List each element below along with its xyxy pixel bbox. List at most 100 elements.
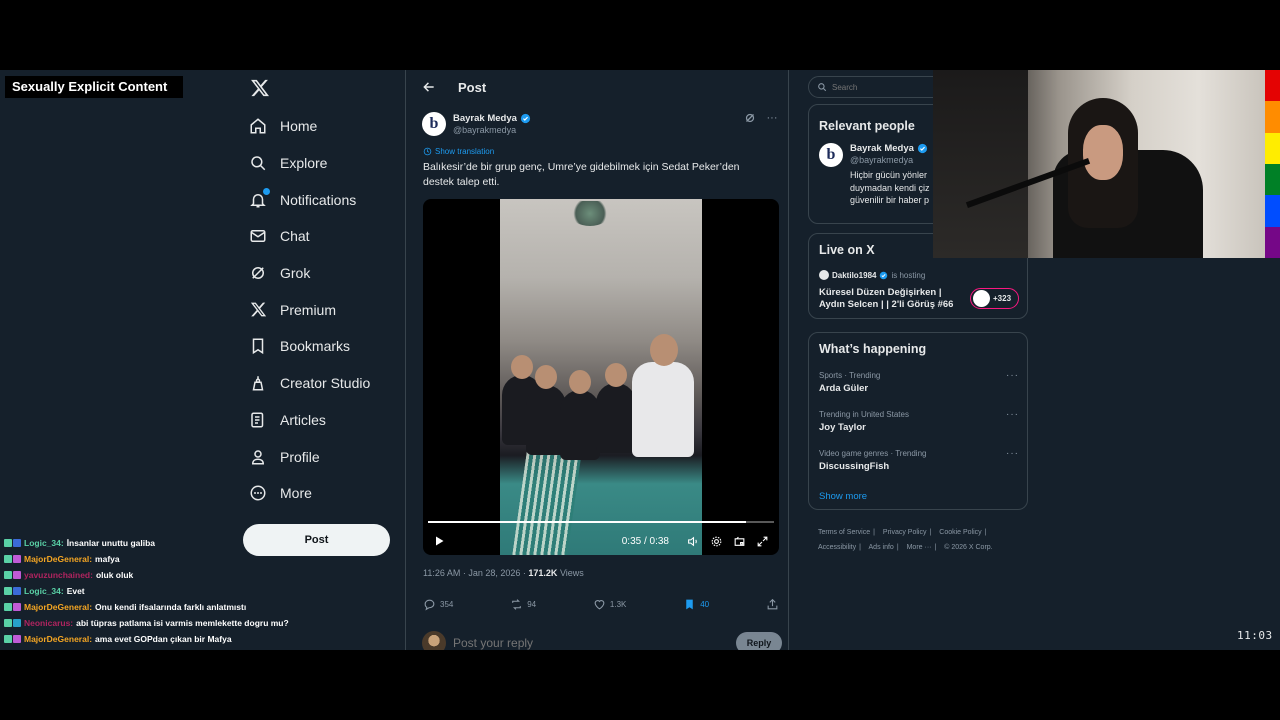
video-person [596,363,636,453]
chat-username[interactable]: yavuzunchained: [24,567,93,583]
chat-username[interactable]: MajorDeGeneral: [24,599,92,615]
ceiling-ornament [570,201,610,226]
nav-item-home[interactable]: Home [248,108,370,145]
more-options-icon[interactable]: ··· [1006,409,1019,420]
video-progress-bar[interactable] [428,521,774,523]
show-translation-link[interactable]: Show translation [423,147,494,156]
show-more-link[interactable]: Show more [819,491,867,502]
chat-username[interactable]: Logic_34: [24,583,64,599]
reply-input[interactable] [453,636,713,650]
views-label: Views [557,568,584,578]
nav-label-home: Home [280,118,318,135]
explicit-content-badge: Sexually Explicit Content [5,76,183,98]
rainbow-flag-strip [1265,70,1280,258]
mail-icon [248,226,268,246]
more-options-icon[interactable]: ··· [1006,448,1019,459]
picture-in-picture-icon[interactable] [732,534,746,548]
trend-name: Joy Taylor [819,422,866,433]
nav-label-more: More [280,485,312,502]
nav-label-articles: Articles [280,411,326,428]
chat-badge-icon [4,539,12,547]
bookmark-icon [248,336,268,356]
nav-item-more[interactable]: More [248,475,370,512]
reply-submit-button[interactable]: Reply [736,632,782,650]
chat-text: Onu kendi ifsalarında farklı anlatmıstı [95,602,247,612]
settings-gear-icon[interactable] [709,534,723,548]
chat-badge-icon [13,619,21,627]
footer-link-accessibility[interactable]: Accessibility [818,544,856,551]
avatar[interactable]: b [422,112,446,136]
chat-username[interactable]: Logic_34: [24,535,64,551]
nav-item-bookmarks[interactable]: Bookmarks [248,328,370,365]
footer-link-ads-info[interactable]: Ads info [869,544,894,551]
live-space-title[interactable]: Küresel Düzen Değişirken | Aydın Selcen … [819,287,969,311]
volume-icon[interactable] [686,534,700,548]
chat-username[interactable]: Neonicarus: [24,615,73,631]
video-time: 0:35 / 0:38 [621,535,669,547]
trend-meta: Sports · Trending [819,371,881,380]
reply-composer: Reply [422,631,782,650]
post-meta: 11:26 AM · Jan 28, 2026 · 171.2K Views [423,568,584,578]
nav-item-profile[interactable]: Profile [248,438,370,475]
verified-badge-icon [520,113,530,124]
footer-links: Terms of Service | Privacy Policy | Cookie… [818,529,993,551]
play-icon[interactable] [433,535,445,547]
translate-icon [423,147,432,156]
trend-item[interactable]: Video game genres · Trending DiscussingF… [819,448,1019,472]
more-options-icon[interactable]: ··· [1006,370,1019,381]
avatar[interactable]: b [819,143,843,167]
grok-icon[interactable] [744,112,756,124]
repost-button[interactable]: 94 [510,598,536,611]
trend-name: Arda Güler [819,383,869,394]
x-logo-icon[interactable] [250,78,270,98]
trend-meta: Video game genres · Trending [819,449,927,458]
footer-link-terms[interactable]: Terms of Service [818,529,870,536]
bookmark-button[interactable]: 40 [683,598,709,611]
chat-badge-icon [4,635,12,643]
more-options-icon[interactable]: ··· [766,112,778,124]
nav-item-premium[interactable]: Premium [248,291,370,328]
footer-link-privacy[interactable]: Privacy Policy [883,529,927,536]
fullscreen-icon[interactable] [755,534,769,548]
post-author[interactable]: b Bayrak Medya @bayrakmedya [422,112,531,136]
chat-badge-icon [4,603,12,611]
trend-item[interactable]: Sports · Trending Arda Güler ··· [819,370,1019,394]
live-host[interactable]: Daktilo1984 is hosting [819,270,925,280]
trend-item[interactable]: Trending in United States Joy Taylor ··· [819,409,1019,433]
footer-link-cookie[interactable]: Cookie Policy [939,529,981,536]
nav-item-notifications[interactable]: Notifications [248,181,370,218]
footer-link-more[interactable]: More ··· [907,544,932,551]
nav-label-premium: Premium [280,301,337,318]
nav-item-chat[interactable]: Chat [248,218,370,255]
share-button[interactable] [766,598,779,611]
webcam-overlay [933,70,1265,258]
live-listeners-pill[interactable]: +323 [970,288,1019,309]
live-host-status: is hosting [891,270,926,280]
x-logo-icon [248,300,268,320]
nav-item-creator-studio[interactable]: Creator Studio [248,365,370,402]
chat-badge-icon [4,571,12,579]
author-name[interactable]: Bayrak Medya [453,113,517,124]
chat-message: MajorDeGeneral: Onu kendi ifsalarında far… [4,599,304,615]
creator-icon [248,373,268,393]
post-timestamp[interactable]: 11:26 AM · Jan 28, 2026 · [423,568,528,578]
relevant-person-name[interactable]: Bayrak Medya [850,143,914,154]
chat-badge-icon [13,571,21,579]
repost-icon [512,599,522,610]
nav-item-grok[interactable]: Grok [248,255,370,292]
reply-icon [424,599,435,611]
bookmark-count: 40 [700,600,710,609]
whats-happening-card: What’s happening Sports · Trending Arda … [808,332,1028,510]
article-icon [248,410,268,430]
whats-happening-title: What’s happening [819,342,927,356]
chat-username[interactable]: MajorDeGeneral: [24,551,92,567]
nav-item-articles[interactable]: Articles [248,402,370,439]
chat-username[interactable]: MajorDeGeneral: [24,631,92,647]
reply-count: 354 [440,600,454,609]
video-player[interactable]: 0:35 / 0:38 [423,199,779,555]
reply-button[interactable]: 354 [423,598,453,611]
chat-text: oluk oluk [95,570,134,580]
nav-item-explore[interactable]: Explore [248,145,370,182]
like-button[interactable]: 1.3K [593,598,626,611]
back-arrow-icon[interactable] [422,80,436,94]
